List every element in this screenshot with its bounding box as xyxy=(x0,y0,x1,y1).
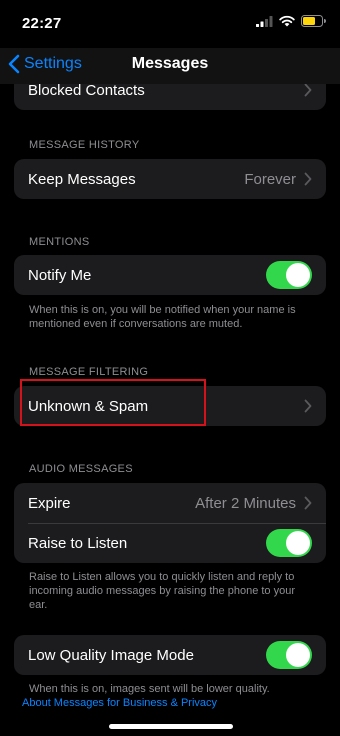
battery-icon xyxy=(301,15,326,27)
settings-list: Blocked Contacts MESSAGE HISTORY Keep Me… xyxy=(0,84,340,736)
expire-value: After 2 Minutes xyxy=(195,494,296,512)
low-quality-group: Low Quality Image Mode xyxy=(14,635,326,675)
keep-messages-row[interactable]: Keep Messages Forever xyxy=(14,159,326,199)
navigation-bar: Settings Messages xyxy=(0,48,340,84)
toggle-knob xyxy=(286,263,310,287)
chevron-right-icon xyxy=(304,172,312,186)
highlight-annotation-box xyxy=(20,379,206,426)
keep-messages-value: Forever xyxy=(244,170,296,188)
keep-messages-label: Keep Messages xyxy=(28,170,136,188)
section-header-audio-messages: AUDIO MESSAGES xyxy=(29,463,133,475)
raise-to-listen-toggle[interactable] xyxy=(266,529,312,557)
section-header-message-history: MESSAGE HISTORY xyxy=(29,139,140,151)
cellular-signal-icon xyxy=(256,15,273,27)
status-bar: 22:27 xyxy=(0,0,340,48)
chevron-right-icon xyxy=(304,496,312,510)
raise-to-listen-label: Raise to Listen xyxy=(28,534,128,552)
low-quality-row: Low Quality Image Mode xyxy=(14,635,326,675)
chevron-right-icon xyxy=(304,399,312,413)
blocked-contacts-row[interactable]: Blocked Contacts xyxy=(14,84,326,110)
low-quality-toggle[interactable] xyxy=(266,641,312,669)
expire-row[interactable]: Expire After 2 Minutes xyxy=(14,483,326,523)
notify-me-row: Notify Me xyxy=(14,255,326,295)
chevron-right-icon xyxy=(304,84,312,97)
page-title: Messages xyxy=(131,55,209,72)
message-history-group: Keep Messages Forever xyxy=(14,159,326,199)
about-messages-link[interactable]: About Messages for Business & Privacy xyxy=(22,697,217,709)
low-quality-footnote: When this is on, images sent will be low… xyxy=(29,683,270,695)
low-quality-label: Low Quality Image Mode xyxy=(28,646,194,664)
toggle-knob xyxy=(286,531,310,555)
status-time: 22:27 xyxy=(22,15,62,32)
blocked-contacts-label: Blocked Contacts xyxy=(28,84,145,99)
notify-me-toggle[interactable] xyxy=(266,261,312,289)
audio-messages-group: Expire After 2 Minutes Raise to Listen xyxy=(14,483,326,563)
section-header-message-filtering: MESSAGE FILTERING xyxy=(29,366,149,378)
mentions-footnote: When this is on, you will be notified wh… xyxy=(29,304,296,330)
raise-to-listen-row: Raise to Listen xyxy=(14,523,326,563)
audio-footnote: Raise to Listen allows you to quickly li… xyxy=(29,571,295,611)
expire-label: Expire xyxy=(28,494,71,512)
mentions-group: Notify Me xyxy=(14,255,326,295)
wifi-icon xyxy=(279,15,295,27)
section-header-mentions: MENTIONS xyxy=(29,236,90,248)
toggle-knob xyxy=(286,643,310,667)
home-indicator xyxy=(109,724,233,729)
status-icons xyxy=(256,15,326,27)
notify-me-label: Notify Me xyxy=(28,266,92,284)
blocked-contacts-group: Blocked Contacts xyxy=(14,84,326,110)
